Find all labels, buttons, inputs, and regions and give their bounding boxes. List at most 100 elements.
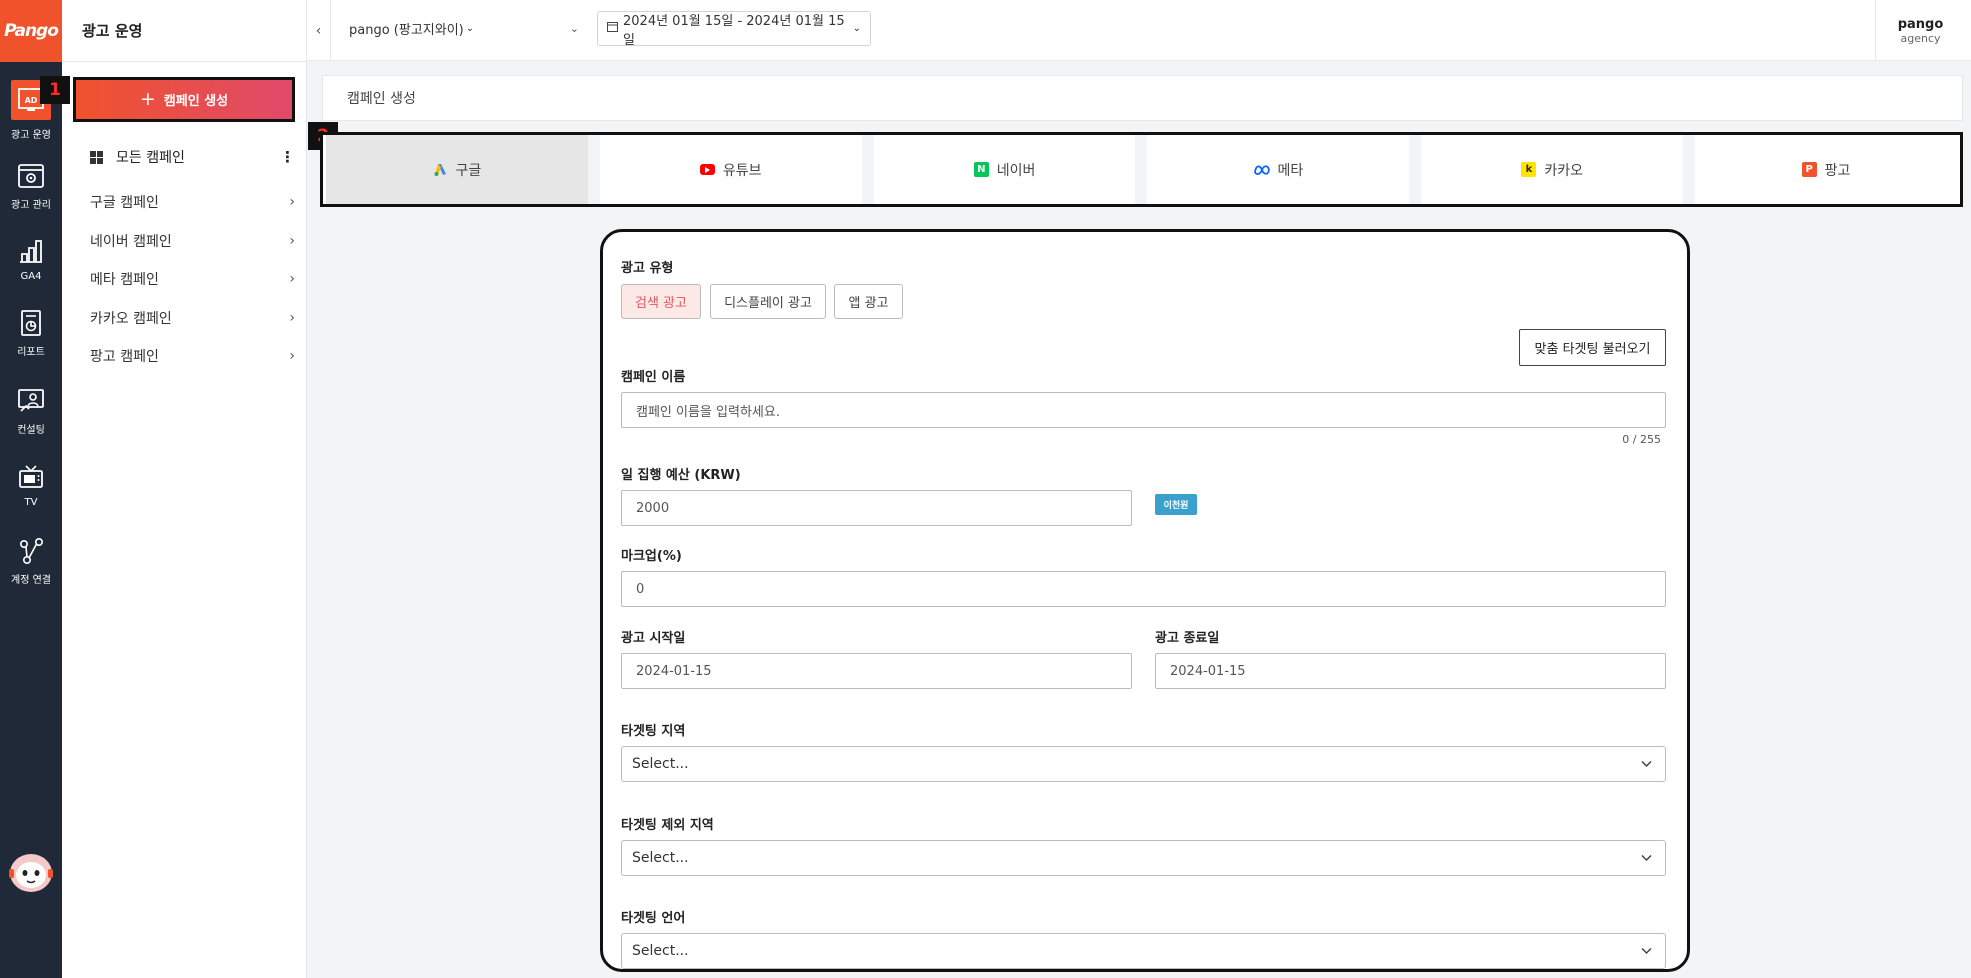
chevron-down-icon [1640, 757, 1653, 774]
nav-all-campaigns-label: 모든 캠페인 [116, 150, 185, 166]
target-language-select[interactable]: Select... [621, 933, 1666, 969]
nav-divider [62, 61, 307, 62]
date-range-picker[interactable]: 2024년 01월 15일 - 2024년 01월 15일 ⌄ [597, 11, 871, 48]
nav-item-google-campaign[interactable]: 구글 캠페인 › [90, 183, 295, 222]
app-rail: Pango AD 광고 운영 광고 관리 GA4 리포트 컨설팅 TV 계정 연… [0, 0, 62, 978]
chevron-right-icon: › [289, 232, 295, 249]
svg-text:AD: AD [25, 96, 38, 105]
chevron-down-icon [1640, 944, 1653, 961]
ad-type-label: 광고 유형 [621, 261, 674, 276]
rail-label: TV [24, 497, 38, 508]
user-name: pango [1897, 16, 1944, 32]
tab-kakao[interactable]: k 카카오 [1421, 135, 1696, 204]
nav-item-meta-campaign[interactable]: 메타 캠페인 › [90, 260, 295, 299]
markup-label: 마크업(%) [621, 549, 682, 564]
connect-icon [17, 537, 45, 565]
rail-label: 광고 운영 [11, 130, 51, 141]
tab-label: 카카오 [1544, 162, 1584, 179]
nav-all-campaigns[interactable]: 모든 캠페인 ⋮ [90, 147, 295, 167]
chatbot-avatar-icon[interactable] [8, 852, 54, 894]
calendar-icon [607, 21, 618, 36]
account-selector[interactable]: pango (팡고지와이) ⌄ ⌄ [349, 19, 579, 38]
excluded-region-select[interactable]: Select... [621, 840, 1666, 876]
chevron-right-icon: › [289, 271, 295, 288]
tab-naver[interactable]: N 네이버 [873, 135, 1148, 204]
report-icon [17, 309, 45, 337]
annotation-marker-1: 1 [40, 76, 70, 104]
date-range-text: 2024년 01월 15일 - 2024년 01월 15일 [623, 13, 845, 48]
select-value: Select... [632, 850, 689, 866]
start-date-input[interactable]: 2024-01-15 [621, 653, 1132, 689]
chevron-down-icon [1640, 851, 1653, 868]
rail-label: GA4 [20, 271, 42, 282]
side-nav: 광고 운영 + 캠페인 생성 모든 캠페인 ⋮ 구글 캠페인 › 네이버 캠페인 ›… [62, 0, 307, 978]
logo-text: Pango [4, 21, 59, 41]
daily-budget-input[interactable]: 2000 [621, 490, 1132, 526]
youtube-icon [699, 164, 715, 175]
rail-label: 컨설팅 [17, 425, 45, 436]
tab-label: 팡고 [1824, 162, 1851, 179]
rail-item-tv[interactable]: TV [0, 463, 62, 508]
load-custom-targeting-button[interactable]: 맞춤 타겟팅 불러오기 [1519, 329, 1666, 366]
rail-item-ga4[interactable]: GA4 [0, 237, 62, 282]
nav-item-pango-campaign[interactable]: 팡고 캠페인 › [90, 337, 295, 376]
tab-meta[interactable]: 메타 [1147, 135, 1422, 204]
campaign-nav-list: 구글 캠페인 › 네이버 캠페인 › 메타 캠페인 › 카카오 캠페인 › 팡고 캠페인… [90, 183, 295, 376]
ad-type-display[interactable]: 디스플레이 광고 [710, 284, 826, 319]
daily-budget-label: 일 집행 예산 (KRW) [621, 468, 741, 483]
rail-label: 광고 관리 [11, 200, 51, 211]
create-campaign-label: 캠페인 생성 [163, 94, 229, 109]
nav-item-label: 메타 캠페인 [90, 272, 159, 289]
rail-item-report[interactable]: 리포트 [0, 309, 62, 358]
page-title: 캠페인 생성 [347, 91, 416, 107]
target-region-select[interactable]: Select... [621, 746, 1666, 782]
select-value: Select... [632, 756, 689, 772]
tab-label: 구글 [455, 162, 482, 179]
create-campaign-button[interactable]: + 캠페인 생성 [73, 77, 295, 122]
tab-youtube[interactable]: 유튜브 [599, 135, 874, 204]
ad-type-search[interactable]: 검색 광고 [621, 284, 701, 319]
tab-pango[interactable]: P 팡고 [1695, 135, 1957, 204]
markup-input[interactable]: 0 [621, 571, 1666, 607]
chevron-right-icon: › [289, 309, 295, 326]
rail-item-account-connect[interactable]: 계정 연결 [0, 537, 62, 586]
tab-label: 메타 [1277, 162, 1304, 179]
nav-item-kakao-campaign[interactable]: 카카오 캠페인 › [90, 299, 295, 338]
chevron-down-icon: ⌄ [852, 23, 861, 34]
target-language-label: 타겟팅 언어 [621, 911, 686, 926]
user-role: agency [1900, 31, 1941, 45]
tab-google[interactable]: 구글 [326, 135, 600, 204]
chevron-down-icon: ⌄ [465, 23, 475, 34]
end-date-input[interactable]: 2024-01-15 [1155, 653, 1666, 689]
budget-korean-chip: 이천원 [1155, 494, 1197, 515]
nav-item-label: 팡고 캠페인 [90, 349, 159, 366]
more-vertical-icon[interactable]: ⋮ [280, 148, 295, 166]
tab-label: 네이버 [996, 162, 1036, 179]
campaign-form: 광고 유형 검색 광고 디스플레이 광고 앱 광고 맞춤 타겟팅 불러오기 캠페… [600, 229, 1690, 972]
rail-item-consulting[interactable]: 컨설팅 [0, 387, 62, 436]
collapse-nav-button[interactable]: ‹ [307, 0, 331, 61]
pango-icon: P [1801, 162, 1817, 177]
select-value: Select... [632, 943, 689, 959]
nav-title: 광고 운영 [82, 22, 143, 40]
nav-item-label: 구글 캠페인 [90, 195, 159, 212]
campaign-name-input[interactable]: 캠페인 이름을 입력하세요. [621, 392, 1666, 428]
rail-label: 리포트 [17, 347, 45, 358]
campaign-name-counter: 0 / 255 [1622, 433, 1661, 446]
chevron-right-icon: › [289, 348, 295, 365]
chevron-left-icon: ‹ [315, 22, 322, 39]
rail-label: 계정 연결 [11, 575, 51, 586]
nav-item-naver-campaign[interactable]: 네이버 캠페인 › [90, 222, 295, 261]
excluded-region-label: 타겟팅 제외 지역 [621, 818, 714, 833]
rail-item-ad-management[interactable]: 광고 관리 [0, 162, 62, 211]
google-ads-icon [433, 162, 448, 177]
ad-type-app[interactable]: 앱 광고 [834, 284, 903, 319]
consulting-icon [17, 387, 45, 415]
pango-logo[interactable]: Pango [0, 0, 62, 62]
top-header: ‹ pango (팡고지와이) ⌄ ⌄ 2024년 01월 15일 - 2024… [307, 0, 1971, 61]
nav-item-label: 카카오 캠페인 [90, 310, 172, 327]
page-title-bar: 캠페인 생성 [322, 75, 1963, 121]
meta-icon [1253, 162, 1270, 177]
user-menu[interactable]: pango agency [1875, 0, 1965, 61]
kakao-icon: k [1521, 162, 1537, 177]
